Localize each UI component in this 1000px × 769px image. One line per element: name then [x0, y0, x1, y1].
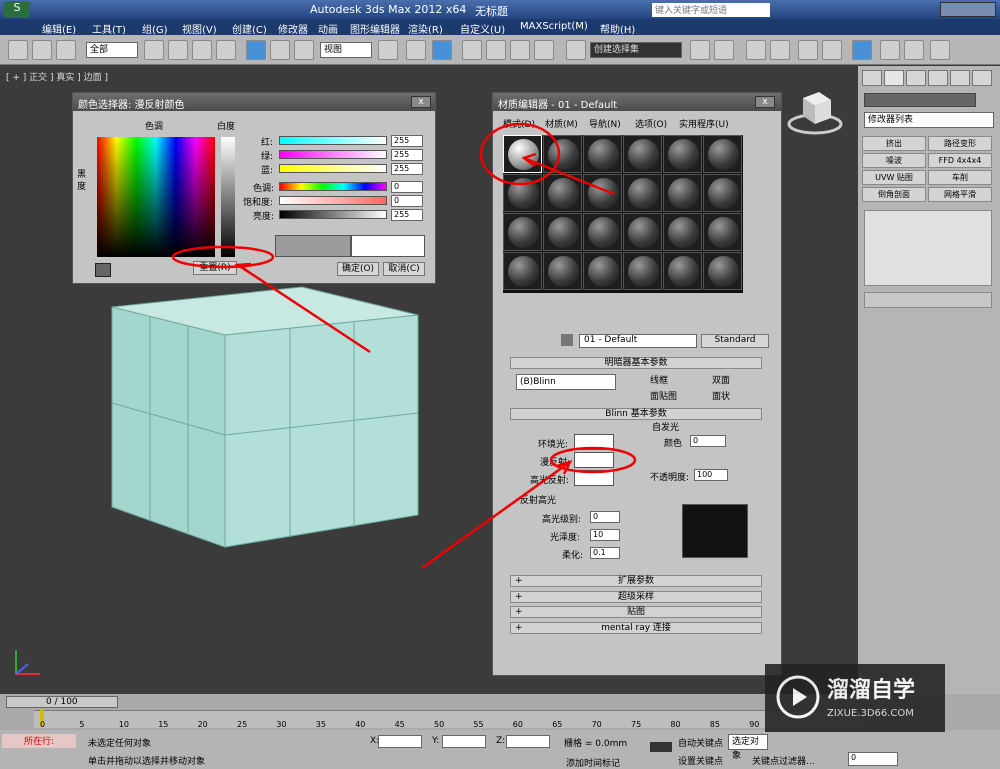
watermark: 溜溜自学 ZIXUE.3D66.COM — [765, 664, 945, 732]
watermark-logo-icon — [776, 675, 820, 719]
watermark-brand: 溜溜自学 — [827, 678, 916, 703]
red-annotations — [171, 122, 637, 570]
watermark-url: ZIXUE.3D66.COM — [827, 708, 914, 719]
